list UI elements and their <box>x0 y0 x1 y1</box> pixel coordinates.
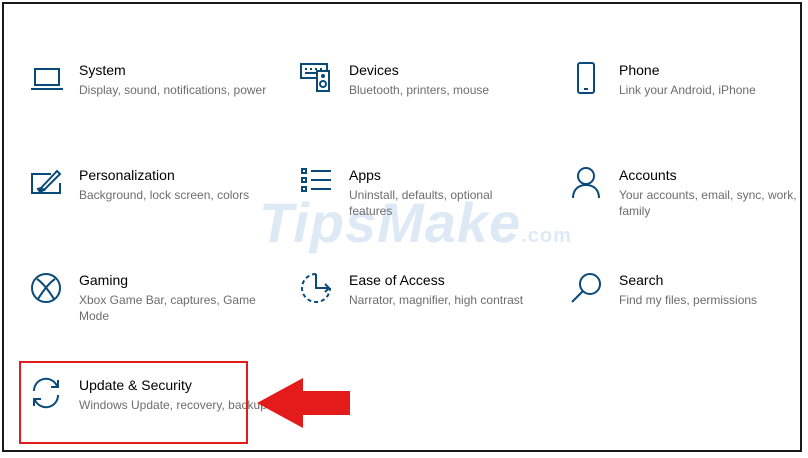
system-description: Display, sound, notifications, power <box>79 83 267 97</box>
ease-of-access-title: Ease of Access <box>349 272 445 288</box>
laptop-icon <box>29 61 65 97</box>
red-arrow-icon <box>257 378 350 428</box>
ease-of-access-description: Narrator, magnifier, high contrast <box>349 293 524 307</box>
xbox-icon <box>29 271 65 307</box>
phone-title: Phone <box>619 62 660 78</box>
settings-item-devices[interactable]: Devices Bluetooth, printers, mouse <box>299 61 539 141</box>
system-title: System <box>79 62 126 78</box>
gaming-description: Xbox Game Bar, captures, Game Mode <box>79 293 256 323</box>
apps-list-icon <box>299 166 335 202</box>
settings-item-search[interactable]: Search Find my files, permissions <box>569 271 808 351</box>
phone-description: Link your Android, iPhone <box>619 83 756 97</box>
search-icon <box>569 271 605 307</box>
personalization-description: Background, lock screen, colors <box>79 188 250 202</box>
search-description: Find my files, permissions <box>619 293 758 307</box>
personalization-title: Personalization <box>79 167 175 183</box>
devices-icon <box>299 61 335 97</box>
settings-window: TipsMake.com System Display, sound, noti… <box>2 2 802 452</box>
settings-item-personalization[interactable]: Personalization Background, lock screen,… <box>29 166 269 246</box>
phone-icon <box>569 61 605 97</box>
settings-item-gaming[interactable]: Gaming Xbox Game Bar, captures, Game Mod… <box>29 271 269 351</box>
gaming-title: Gaming <box>79 272 129 288</box>
ease-of-access-icon <box>299 271 335 307</box>
apps-title: Apps <box>349 167 381 183</box>
settings-item-ease-of-access[interactable]: Ease of Access Narrator, magnifier, high… <box>299 271 539 351</box>
search-title: Search <box>619 272 664 288</box>
devices-description: Bluetooth, printers, mouse <box>349 83 490 97</box>
highlight-box <box>19 361 248 444</box>
devices-title: Devices <box>349 62 399 78</box>
settings-item-system[interactable]: System Display, sound, notifications, po… <box>29 61 269 141</box>
settings-item-phone[interactable]: Phone Link your Android, iPhone <box>569 61 808 141</box>
accounts-title: Accounts <box>619 167 677 183</box>
accounts-description: Your accounts, email, sync, work, family <box>619 188 797 218</box>
settings-item-accounts[interactable]: Accounts Your accounts, email, sync, wor… <box>569 166 808 246</box>
settings-item-apps[interactable]: Apps Uninstall, defaults, optional featu… <box>299 166 539 246</box>
apps-description: Uninstall, defaults, optional features <box>349 188 493 218</box>
person-icon <box>569 166 605 202</box>
paint-brush-icon <box>29 166 65 202</box>
